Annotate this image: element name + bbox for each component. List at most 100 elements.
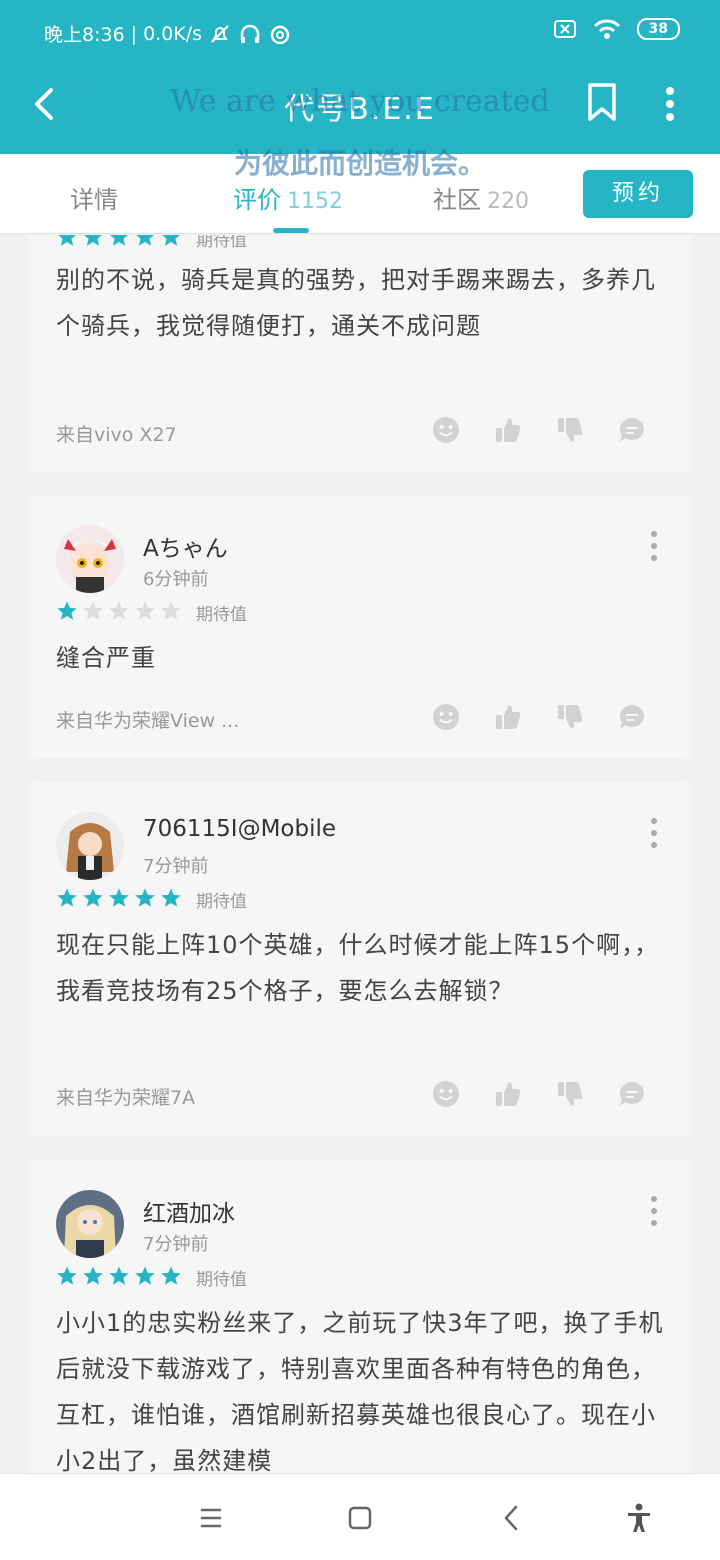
bookmark-button[interactable]: [580, 78, 624, 126]
review-actions: [432, 1080, 646, 1112]
bookmark-icon: [588, 83, 616, 121]
tab-reviews-count: 1152: [287, 189, 343, 214]
card-more-button[interactable]: [644, 818, 664, 848]
home-nav-button[interactable]: [342, 1500, 378, 1536]
star-icon: [161, 1266, 181, 1285]
review-text: 别的不说，骑兵是真的强势，把对手踢来踢去，多养几个骑兵，我觉得随便打，通关不成问…: [56, 266, 656, 340]
netease-music-icon: [270, 25, 290, 44]
star-icon: [135, 1266, 155, 1285]
tab-community[interactable]: 社区 220: [433, 180, 529, 215]
emoji-react-button[interactable]: [432, 703, 460, 735]
star-icon: [109, 888, 129, 907]
rating-label: 期待值: [196, 605, 247, 625]
review-feed[interactable]: 期待值 别的不说，骑兵是真的强势，把对手踢来踢去，多养几个骑兵，我觉得随便打，通…: [0, 235, 720, 1473]
avatar[interactable]: [56, 812, 124, 880]
star-icon: [161, 888, 181, 907]
star-icon: [57, 888, 77, 907]
review-source: 来自华为荣耀View ...: [56, 710, 240, 732]
smiley-icon: [433, 1081, 459, 1107]
thumbs-down-icon: [558, 418, 583, 442]
tab-reviews-label: 评价: [233, 186, 281, 214]
review-card: 红酒加冰 7分钟前 期待值 小小1的忠实粉丝来了，之前玩了快3年了吧，换了手机后…: [28, 1160, 692, 1473]
star-icon: [57, 1266, 77, 1285]
tab-indicator: [273, 228, 309, 233]
comment-button[interactable]: [618, 703, 646, 735]
emoji-react-button[interactable]: [432, 1080, 460, 1112]
menu-icon: [201, 1508, 221, 1528]
star-icon: [109, 601, 129, 620]
thumbs-down-icon: [558, 705, 583, 729]
post-time: 7分钟前: [143, 1234, 209, 1255]
like-button[interactable]: [494, 416, 522, 448]
star-rating: [56, 887, 182, 909]
thumbs-down-icon: [558, 1082, 583, 1106]
accessibility-icon: [628, 1503, 650, 1532]
thumbs-up-icon: [496, 418, 521, 442]
headphones-icon: [240, 24, 260, 43]
battery-indicator: 38: [636, 18, 680, 40]
review-card: 期待值 别的不说，骑兵是真的强势，把对手踢来踢去，多养几个骑兵，我觉得随便打，通…: [28, 235, 692, 472]
star-icon: [84, 235, 102, 246]
review-card: Aちゃん 6分钟前 期待值 缝合严重 来自华为荣耀View ...: [28, 495, 692, 758]
star-rating: [56, 1265, 182, 1287]
tab-community-count: 220: [487, 189, 529, 214]
emoji-react-button[interactable]: [432, 416, 460, 448]
username[interactable]: Aちゃん: [143, 529, 228, 563]
review-text: 缝合严重: [56, 644, 156, 672]
smiley-icon: [433, 704, 459, 730]
avatar[interactable]: [56, 1190, 124, 1258]
star-icon: [136, 235, 154, 246]
mute-bell-icon: [211, 24, 229, 43]
review-card: 706115I@Mobile 7分钟前 期待值 现在只能上阵10个英雄，什么时候…: [28, 782, 692, 1136]
menu-nav-button[interactable]: [193, 1500, 229, 1536]
post-time: 7分钟前: [143, 856, 209, 877]
star-icon: [110, 235, 128, 246]
app-bar: 代号B.E.E: [0, 64, 720, 154]
reserve-button[interactable]: 预约: [583, 170, 693, 218]
accessibility-nav-button[interactable]: [621, 1500, 657, 1536]
network-speed: 0.0K/s: [143, 22, 203, 45]
dislike-button[interactable]: [556, 416, 584, 448]
star-icon: [109, 1266, 129, 1285]
comment-button[interactable]: [618, 1080, 646, 1112]
star-icon: [162, 235, 180, 246]
dislike-button[interactable]: [556, 703, 584, 735]
tab-details[interactable]: 详情: [70, 180, 118, 215]
star-icon: [135, 601, 155, 620]
more-vertical-icon: [666, 87, 674, 121]
star-icon: [57, 601, 77, 620]
status-time: 晚上8:36: [44, 24, 125, 46]
star-icon: [161, 601, 181, 620]
tab-reviews[interactable]: 评价 1152: [233, 180, 343, 215]
back-nav-button[interactable]: [493, 1500, 529, 1536]
card-more-button[interactable]: [644, 531, 664, 561]
status-bar: 晚上8:36 | 0.0K/s 38: [0, 0, 720, 64]
sim-off-icon: [553, 20, 576, 38]
thumbs-up-icon: [496, 705, 521, 729]
rating-label: 期待值: [196, 892, 247, 912]
avatar[interactable]: [56, 525, 124, 593]
like-button[interactable]: [494, 1080, 522, 1112]
star-icon: [58, 235, 76, 246]
chevron-left-icon: [504, 1505, 518, 1531]
star-rating: [56, 600, 182, 622]
rating-label: 期待值: [196, 235, 247, 251]
dislike-button[interactable]: [556, 1080, 584, 1112]
status-left: 晚上8:36 | 0.0K/s: [44, 20, 292, 47]
thumbs-up-icon: [496, 1082, 521, 1106]
username[interactable]: 706115I@Mobile: [143, 816, 336, 842]
like-button[interactable]: [494, 703, 522, 735]
more-options-button[interactable]: [650, 82, 690, 126]
tab-bar: 详情 评价 1152 社区 220 预约: [0, 154, 720, 234]
card-more-button[interactable]: [644, 1196, 664, 1226]
review-source: 来自vivo X27: [56, 424, 177, 446]
wifi-icon: [593, 19, 620, 39]
status-right: 38: [553, 18, 680, 40]
review-text: 现在只能上阵10个英雄，什么时候才能上阵15个啊，，我看竞技场有25个格子，要怎…: [56, 931, 660, 1005]
smiley-icon: [433, 417, 459, 443]
review-actions: [432, 703, 646, 735]
comment-button[interactable]: [618, 416, 646, 448]
username[interactable]: 红酒加冰: [143, 1194, 235, 1228]
review-source: 来自华为荣耀7A: [56, 1087, 196, 1109]
star-rating: [56, 235, 182, 248]
